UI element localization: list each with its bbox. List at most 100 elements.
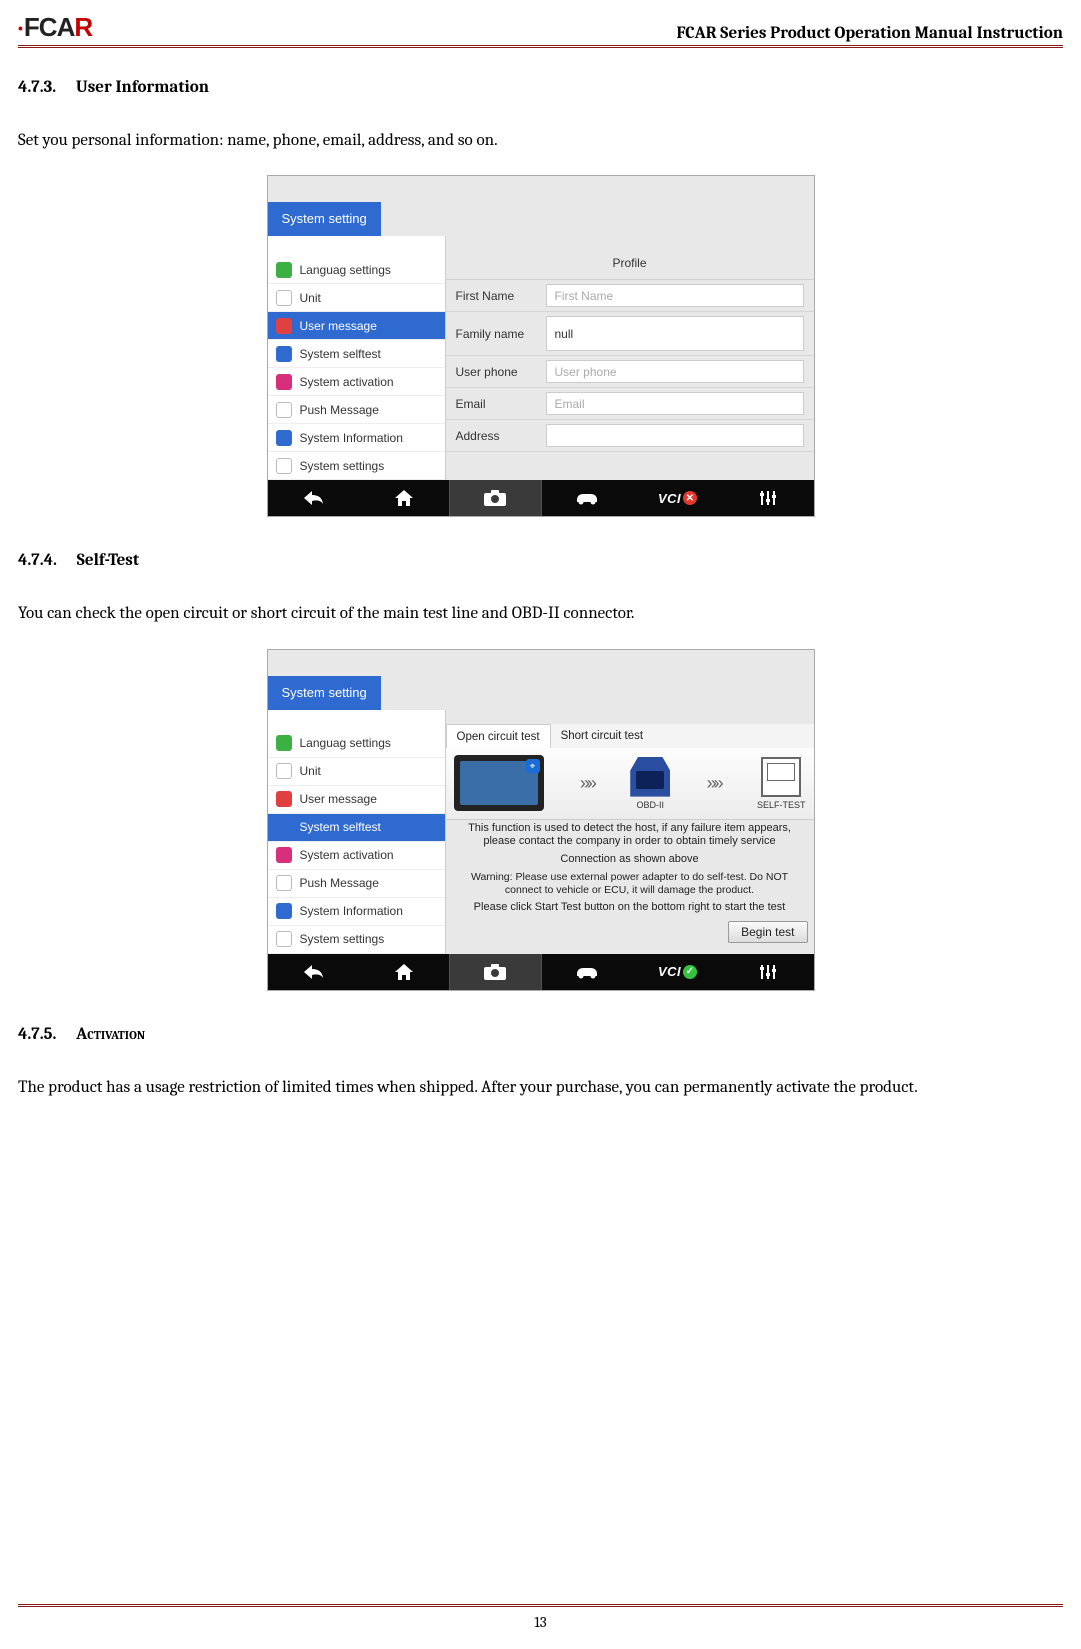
sidebar-item-system-selftest[interactable]: System selftest — [268, 340, 445, 368]
tab-bar: System setting — [268, 676, 814, 710]
email-input[interactable]: Email — [546, 392, 804, 415]
begin-test-button[interactable]: Begin test — [728, 921, 807, 943]
sidebar-item-system-selftest[interactable]: System selftest — [268, 814, 445, 842]
sidebar-item-system-settings[interactable]: System settings — [268, 926, 445, 954]
sidebar-item-label: System settings — [300, 932, 385, 946]
nav-home-button[interactable] — [358, 954, 449, 990]
sidebar-item-languag-settings[interactable]: Languag settings — [268, 256, 445, 284]
nav-back-button[interactable] — [268, 480, 359, 516]
field-label: Address — [446, 420, 546, 451]
sidebar-icon — [276, 931, 292, 947]
family-name-input[interactable]: null — [546, 316, 804, 351]
field-label: First Name — [446, 280, 546, 311]
settings-sidebar: Languag settings Unit User message System s… — [268, 236, 446, 480]
address-input[interactable] — [546, 424, 804, 447]
selftest-connector-icon: SELF-TEST — [757, 757, 806, 810]
profile-row-email: EmailEmail — [446, 388, 814, 420]
first-name-input[interactable]: First Name — [546, 284, 804, 307]
sidebar-item-label: Languag settings — [300, 263, 391, 277]
page-number: 13 — [534, 1613, 546, 1631]
sidebar-item-user-message[interactable]: User message — [268, 312, 445, 340]
tab-system-setting[interactable]: System setting — [268, 676, 381, 710]
arrow-icon: »» — [580, 773, 594, 794]
sidebar-icon — [276, 402, 292, 418]
field-label: Family name — [446, 312, 546, 355]
nav-vci-status[interactable]: VCI✕ — [632, 480, 723, 516]
tab-system-setting[interactable]: System setting — [268, 202, 381, 236]
tab-short-circuit[interactable]: Short circuit test — [551, 724, 653, 748]
user-phone-input[interactable]: User phone — [546, 360, 804, 383]
sidebar-item-unit[interactable]: Unit — [268, 284, 445, 312]
obd-connector-icon: OBD-II — [630, 757, 670, 810]
nav-car-button[interactable] — [542, 954, 633, 990]
sidebar-icon — [276, 847, 292, 863]
body-474: You can check the open circuit or short … — [18, 598, 1063, 630]
heading-number: 4.7.3. — [18, 78, 56, 97]
body-473: Set you personal information: name, phon… — [18, 125, 1063, 157]
heading-475: 4.7.5. Activation — [18, 1025, 1063, 1044]
sidebar-item-label: Unit — [300, 291, 321, 305]
nav-car-button[interactable] — [542, 480, 633, 516]
nav-vci-status[interactable]: VCI✓ — [632, 954, 723, 990]
selftest-text-4: Please click Start Test button on the bo… — [446, 899, 814, 917]
vci-status-icon: ✕ — [683, 491, 697, 505]
profile-row-first-name: First NameFirst Name — [446, 280, 814, 312]
profile-row-user-phone: User phoneUser phone — [446, 356, 814, 388]
nav-home-button[interactable] — [358, 480, 449, 516]
sidebar-item-label: User message — [300, 319, 377, 333]
sidebar-item-label: System activation — [300, 848, 394, 862]
page-header: •FCAR FCAR Series Product Operation Manu… — [18, 12, 1063, 48]
host-device-icon: ⌖ — [454, 755, 544, 811]
heading-title: Self-Test — [77, 551, 139, 570]
profile-row-family-name: Family namenull — [446, 312, 814, 356]
bottom-nav: VCI✓ — [268, 954, 814, 990]
tab-open-circuit[interactable]: Open circuit test — [446, 724, 551, 748]
tab-bar: System setting — [268, 202, 814, 236]
sidebar-item-languag-settings[interactable]: Languag settings — [268, 730, 445, 758]
sidebar-icon — [276, 290, 292, 306]
doc-title: FCAR Series Product Operation Manual Ins… — [676, 24, 1063, 43]
selftest-tab-strip: Open circuit test Short circuit test — [446, 724, 814, 748]
sidebar-icon — [276, 346, 292, 362]
screenshot-selftest: System setting Languag settings Unit User … — [267, 649, 815, 991]
sidebar-item-unit[interactable]: Unit — [268, 758, 445, 786]
nav-sliders-button[interactable] — [723, 480, 814, 516]
sidebar-item-system-activation[interactable]: System activation — [268, 842, 445, 870]
sidebar-icon — [276, 791, 292, 807]
sidebar-icon — [276, 458, 292, 474]
nav-sliders-button[interactable] — [723, 954, 814, 990]
arrow-icon: »» — [707, 773, 721, 794]
obd-label: OBD-II — [636, 800, 664, 810]
nav-camera-button[interactable] — [449, 480, 542, 516]
selftest-label: SELF-TEST — [757, 800, 806, 810]
selftest-text-2: Connection as shown above — [446, 851, 814, 869]
nav-back-button[interactable] — [268, 954, 359, 990]
settings-sidebar: Languag settings Unit User message System s… — [268, 710, 446, 954]
sidebar-item-system-settings[interactable]: System settings — [268, 452, 445, 480]
sidebar-item-label: System settings — [300, 459, 385, 473]
heading-473: 4.7.3. User Information — [18, 78, 1063, 97]
sidebar-icon — [276, 374, 292, 390]
sidebar-item-label: Push Message — [300, 403, 379, 417]
sidebar-item-system-activation[interactable]: System activation — [268, 368, 445, 396]
profile-heading: Profile — [446, 246, 814, 280]
sidebar-item-push-message[interactable]: Push Message — [268, 396, 445, 424]
page-footer: 13 — [18, 1604, 1063, 1631]
sidebar-item-system-information[interactable]: System Information — [268, 898, 445, 926]
sidebar-icon — [276, 430, 292, 446]
vci-label-text: VCI — [658, 491, 681, 506]
sidebar-item-label: Unit — [300, 764, 321, 778]
profile-row-address: Address — [446, 420, 814, 452]
vci-label-text: VCI — [658, 964, 681, 979]
device-connection-diagram: ⌖ »» OBD-II »» SELF-TEST — [446, 748, 814, 820]
sidebar-item-label: System selftest — [300, 820, 381, 834]
sidebar-icon — [276, 318, 292, 334]
sidebar-item-push-message[interactable]: Push Message — [268, 870, 445, 898]
sidebar-item-user-message[interactable]: User message — [268, 786, 445, 814]
sidebar-item-system-information[interactable]: System Information — [268, 424, 445, 452]
heading-number: 4.7.4. — [18, 551, 57, 570]
nav-camera-button[interactable] — [449, 954, 542, 990]
sidebar-item-label: System Information — [300, 431, 403, 445]
sidebar-icon — [276, 819, 292, 835]
sidebar-item-label: System Information — [300, 904, 403, 918]
